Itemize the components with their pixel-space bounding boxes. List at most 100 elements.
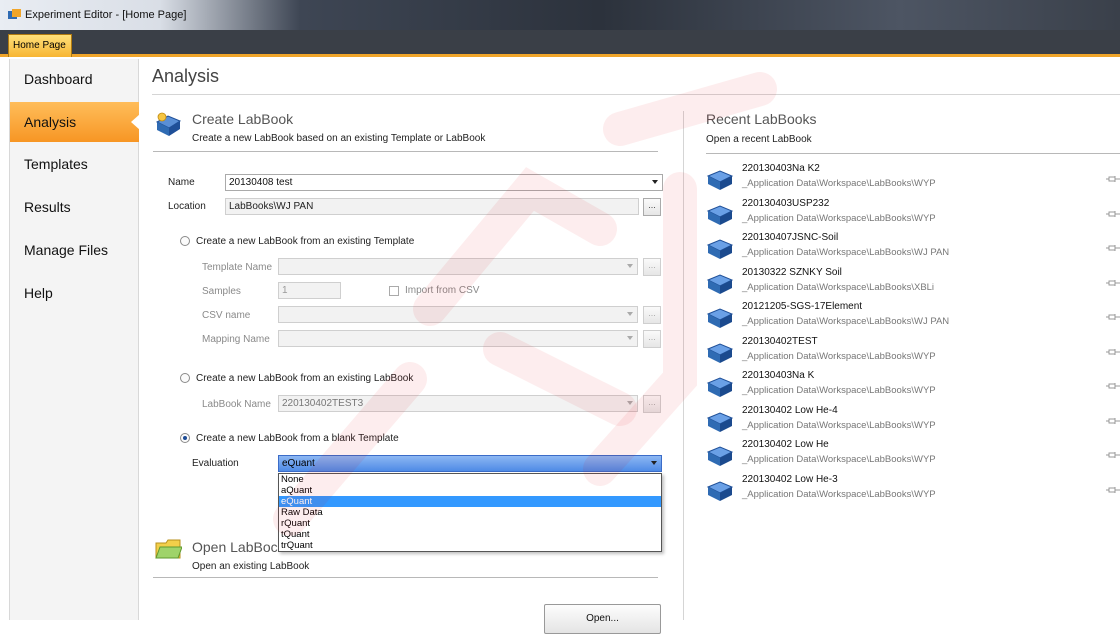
evaluation-option-selected[interactable]: eQuant — [279, 496, 661, 507]
labbook-icon — [706, 308, 734, 328]
recent-labbook-item[interactable]: 20121205-SGS-17Element _Application Data\… — [706, 301, 1120, 335]
recent-labbook-path: _Application Data\Workspace\LabBooks\WYP — [742, 488, 936, 500]
radio-from-labbook-label: Create a new LabBook from an existing La… — [196, 373, 414, 384]
template-name-label: Template Name — [202, 262, 273, 273]
mapping-browse-button: ... — [643, 330, 661, 348]
radio-from-labbook[interactable] — [180, 373, 190, 383]
pin-icon[interactable] — [1106, 486, 1120, 494]
mapping-name-label: Mapping Name — [202, 334, 270, 345]
mapping-name-select — [278, 330, 638, 347]
name-label: Name — [168, 177, 195, 188]
recent-labbook-path: _Application Data\Workspace\LabBooks\WJ … — [742, 316, 950, 327]
recent-labbook-item[interactable]: 220130402TEST _Application Data\Workspace… — [706, 336, 1120, 370]
csv-name-label: CSV name — [202, 310, 251, 321]
sidebar-item-help[interactable]: Help — [10, 273, 139, 313]
pin-icon[interactable] — [1106, 417, 1120, 425]
recent-labbook-path: _Application Data\Workspace\LabBooks\WYP — [742, 350, 936, 362]
pin-icon[interactable] — [1106, 348, 1120, 356]
evaluation-option[interactable]: None — [279, 474, 661, 485]
evaluation-option[interactable]: aQuant — [279, 485, 661, 496]
evaluation-value: eQuant — [282, 458, 315, 469]
radio-from-blank[interactable] — [180, 433, 190, 443]
sidebar: Dashboard Analysis Templates Results Man… — [9, 59, 140, 620]
chevron-down-icon — [652, 180, 658, 184]
evaluation-option[interactable]: trQuant — [279, 540, 661, 551]
recent-labbook-item[interactable]: 220130403Na K2 _Application Data\Workspac… — [706, 163, 1120, 197]
recent-labbook-name: 220130402 Low He — [742, 439, 829, 450]
recent-labbook-path: _Application Data\Workspace\LabBooks\WYP — [742, 212, 936, 224]
sidebar-item-results[interactable]: Results — [10, 187, 139, 227]
recent-labbook-item[interactable]: 220130403Na K _Application Data\Workspace… — [706, 370, 1120, 404]
labbook-icon — [706, 204, 734, 225]
recent-labbook-name: 220130403USP232 — [742, 197, 830, 209]
recent-labbooks-list: 220130403Na K2 _Application Data\Workspac… — [706, 163, 1120, 523]
labbook-icon — [706, 170, 734, 190]
labbook-icon — [706, 342, 734, 363]
evaluation-dropdown: None aQuant eQuant Raw Data rQuant tQuan… — [278, 473, 662, 552]
sidebar-item-dashboard[interactable]: Dashboard — [10, 59, 139, 99]
chevron-down-icon — [627, 312, 633, 316]
create-labbook-title: Create LabBook — [192, 111, 294, 127]
column-divider — [683, 111, 684, 620]
evaluation-option[interactable]: rQuant — [279, 518, 661, 529]
labbook-icon — [706, 480, 734, 501]
name-combobox[interactable]: 20130408 test — [225, 174, 663, 191]
open-button[interactable]: Open... — [544, 604, 661, 634]
recent-labbook-name: 220130403Na K2 — [742, 163, 820, 174]
recent-labbook-item[interactable]: 220130402 Low He-4 _Application Data\Work… — [706, 405, 1120, 439]
chevron-down-icon — [627, 401, 633, 405]
recent-labbook-name: 220130407JSNC-Soil — [742, 232, 839, 243]
evaluation-option[interactable]: Raw Data — [279, 507, 661, 518]
sidebar-item-analysis[interactable]: Analysis — [10, 102, 140, 142]
labbook-icon — [706, 377, 734, 397]
pin-icon[interactable] — [1106, 313, 1120, 321]
pin-icon[interactable] — [1106, 451, 1120, 459]
sidebar-item-templates[interactable]: Templates — [10, 144, 139, 184]
radio-from-template[interactable] — [180, 236, 190, 246]
open-labbook-subtitle: Open an existing LabBook — [192, 561, 310, 572]
location-label: Location — [168, 201, 206, 212]
labbook-icon — [706, 239, 734, 259]
main-panel: Analysis Create LabBook Create a new Lab… — [140, 59, 1120, 634]
pin-icon[interactable] — [1106, 210, 1120, 218]
open-divider — [153, 577, 658, 578]
page-title: Analysis — [152, 66, 220, 86]
radio-from-template-label: Create a new LabBook from an existing Te… — [196, 236, 415, 247]
recent-labbook-name: 20121205-SGS-17Element — [742, 301, 863, 312]
sidebar-item-manage-files[interactable]: Manage Files — [10, 230, 139, 270]
evaluation-label: Evaluation — [192, 458, 239, 469]
evaluation-select[interactable]: eQuant — [278, 455, 662, 472]
pin-icon[interactable] — [1106, 382, 1120, 390]
recent-labbook-path: _Application Data\Workspace\LabBooks\WJ … — [742, 247, 950, 258]
pin-icon[interactable] — [1106, 244, 1120, 252]
location-field: LabBooks\WJ PAN — [225, 198, 639, 215]
pin-icon[interactable] — [1106, 279, 1120, 287]
tab-home-page[interactable]: Home Page — [8, 34, 72, 57]
recent-labbook-item[interactable]: 220130403USP232 _Application Data\Workspa… — [706, 198, 1120, 232]
window-title: Experiment Editor - [Home Page] — [25, 9, 187, 21]
csv-browse-button: ... — [643, 306, 661, 324]
radio-from-blank-label: Create a new LabBook from a blank Templa… — [196, 433, 399, 444]
title-bar: Experiment Editor - [Home Page] — [0, 0, 1120, 30]
recent-labbook-path: _Application Data\Workspace\LabBooks\XBL… — [742, 281, 935, 293]
csv-name-select — [278, 306, 638, 323]
open-labbook-icon — [155, 539, 182, 559]
recent-labbooks-title: Recent LabBooks — [706, 111, 817, 127]
recent-labbook-item[interactable]: 220130402 Low He _Application Data\Worksp… — [706, 439, 1120, 473]
recent-labbook-item[interactable]: 220130407JSNC-Soil _Application Data\Work… — [706, 232, 1120, 266]
samples-field: 1 — [278, 282, 341, 299]
labbook-icon — [706, 411, 734, 432]
recent-labbook-path: _Application Data\Workspace\LabBooks\WYP — [742, 385, 936, 396]
recent-labbook-item[interactable]: 20130322 SZNKY Soil _Application Data\Wor… — [706, 267, 1120, 301]
title-divider — [152, 94, 1120, 95]
recent-labbook-path: _Application Data\Workspace\LabBooks\WYP — [742, 454, 936, 465]
labbook-name-value: 220130402TEST3 — [282, 398, 364, 409]
create-labbook-subtitle: Create a new LabBook based on an existin… — [192, 133, 486, 144]
recent-labbook-name: 220130402 Low He-3 — [742, 473, 838, 485]
evaluation-option[interactable]: tQuant — [279, 529, 661, 540]
recent-labbook-name: 220130403Na K — [742, 370, 815, 381]
import-csv-label: Import from CSV — [405, 285, 480, 296]
recent-labbook-item[interactable]: 220130402 Low He-3 _Application Data\Work… — [706, 474, 1120, 508]
location-browse-button[interactable]: ... — [643, 198, 661, 216]
pin-icon[interactable] — [1106, 175, 1120, 183]
